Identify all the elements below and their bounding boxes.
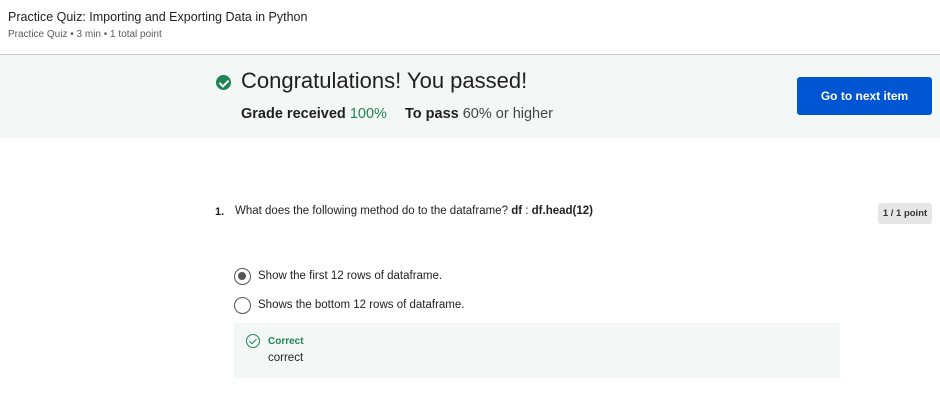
radio-selected-icon[interactable] bbox=[234, 267, 251, 285]
code-separator: : bbox=[522, 205, 532, 217]
question-text: What does the following method do to the… bbox=[235, 205, 593, 217]
points-badge: 1 / 1 point bbox=[878, 203, 932, 224]
answer-option-label: Show the first 12 rows of dataframe. bbox=[258, 270, 443, 282]
grade-summary: Grade received 100% To pass 60% or highe… bbox=[241, 106, 553, 122]
feedback-panel: Correct correct bbox=[234, 323, 840, 378]
grade-received-value: 100% bbox=[349, 106, 387, 122]
grade-received-label: Grade received bbox=[241, 106, 346, 122]
feedback-text: correct bbox=[268, 352, 304, 364]
go-to-next-item-button[interactable]: Go to next item bbox=[797, 77, 932, 115]
answer-option-2[interactable]: Shows the bottom 12 rows of dataframe. bbox=[234, 296, 464, 314]
check-circle-icon bbox=[216, 75, 231, 90]
to-pass-value: 60% or higher bbox=[462, 106, 554, 122]
question-prompt: What does the following method do to the… bbox=[235, 205, 508, 217]
quiz-meta: Practice Quiz • 3 min • 1 total point bbox=[8, 29, 162, 40]
answer-option-1[interactable]: Show the first 12 rows of dataframe. bbox=[234, 267, 442, 285]
question-number: 1. bbox=[215, 206, 225, 218]
code-method: df.head(12) bbox=[531, 205, 593, 217]
quiz-header: Practice Quiz: Importing and Exporting D… bbox=[0, 0, 940, 55]
answer-option-label: Shows the bottom 12 rows of dataframe. bbox=[258, 299, 465, 311]
result-headline: Congratulations! You passed! bbox=[241, 68, 528, 93]
check-outline-icon bbox=[246, 334, 260, 348]
radio-unselected-icon[interactable] bbox=[234, 296, 251, 314]
quiz-title: Practice Quiz: Importing and Exporting D… bbox=[8, 10, 308, 24]
to-pass-label: To pass bbox=[404, 106, 459, 122]
code-prefix: df bbox=[511, 205, 523, 217]
feedback-title: Correct bbox=[268, 336, 304, 347]
